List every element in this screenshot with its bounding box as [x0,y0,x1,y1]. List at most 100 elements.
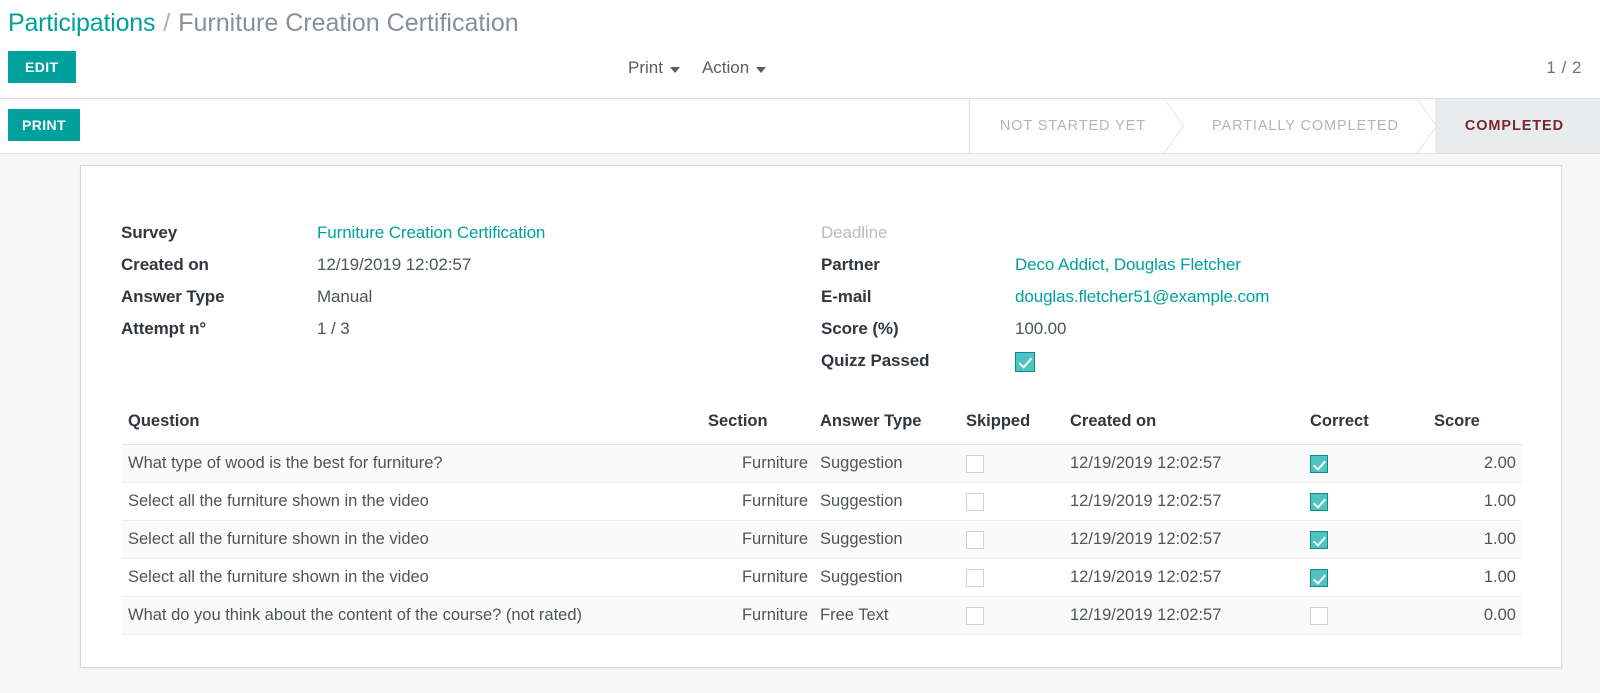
cell-score: 0.00 [1428,596,1522,635]
cell-skipped [960,596,1064,635]
breadcrumb-current: Furniture Creation Certification [178,8,519,37]
cell-correct [1304,444,1428,483]
field-value-partner[interactable]: Deco Addict, Douglas Fletcher [1015,255,1241,275]
statusbar-item-not-started-yet[interactable]: NOT STARTED YET [969,99,1184,153]
chevron-down-icon [756,66,767,73]
cell-answer-type: Suggestion [814,444,960,483]
cell-skipped [960,558,1064,597]
field-label: Attempt n° [121,319,207,338]
field-partner: Partner Deco Addict, Douglas Fletcher [821,255,1521,287]
field-email: E-mail douglas.fletcher51@example.com [821,287,1521,319]
breadcrumb-separator: / [163,8,171,37]
cell-question: What type of wood is the best for furnit… [122,444,702,483]
cell-answer-type: Suggestion [814,482,960,521]
column-header-score[interactable]: Score [1428,406,1522,445]
column-header-section[interactable]: Section [702,406,814,445]
user-answers-table: Question Section Answer Type Skipped Cre… [122,406,1522,635]
cell-created-on: 12/19/2019 12:02:57 [1064,520,1304,559]
table-row[interactable]: Select all the furniture shown in the vi… [122,558,1522,597]
table-row[interactable]: What type of wood is the best for furnit… [122,444,1522,483]
field-value-answer-type: Manual [317,287,373,306]
correct-checkbox[interactable] [1310,492,1328,511]
field-attempt-number: Attempt n° 1 / 3 [121,319,821,351]
cell-score: 1.00 [1428,520,1522,559]
correct-checkbox[interactable] [1310,454,1328,473]
skipped-checkbox[interactable] [966,492,984,511]
control-panel-dropdowns: Print Action [628,58,767,78]
correct-checkbox[interactable] [1310,568,1328,587]
field-quizz-passed: Quizz Passed [821,351,1521,383]
table-row[interactable]: What do you think about the content of t… [122,596,1522,635]
field-label: Created on [121,255,209,274]
field-answer-type: Answer Type Manual [121,287,821,319]
chevron-down-icon [669,66,680,73]
cell-created-on: 12/19/2019 12:02:57 [1064,596,1304,635]
print-dropdown-label: Print [628,58,663,77]
field-label: Partner [821,255,880,274]
cell-correct [1304,596,1428,635]
table-row[interactable]: Select all the furniture shown in the vi… [122,520,1522,559]
cell-question: Select all the furniture shown in the vi… [122,558,702,597]
field-value-email[interactable]: douglas.fletcher51@example.com [1015,287,1269,307]
edit-button[interactable]: EDIT [8,51,76,83]
cell-answer-type: Free Text [814,596,960,635]
cell-answer-type: Suggestion [814,558,960,597]
odoo-form-view: Participations / Furniture Creation Cert… [0,0,1600,693]
print-dropdown[interactable]: Print [628,58,680,78]
field-score-percent: Score (%) 100.00 [821,319,1521,351]
field-created-on: Created on 12/19/2019 12:02:57 [121,255,821,287]
record-pager[interactable]: 1 / 2 [1546,58,1582,78]
statusbar-label: PARTIALLY COMPLETED [1212,118,1399,134]
column-header-created-on[interactable]: Created on [1064,406,1304,445]
cell-section: Furniture [702,596,814,635]
form-group-left: Survey Furniture Creation Certification … [121,223,821,383]
skipped-checkbox[interactable] [966,454,984,473]
field-survey: Survey Furniture Creation Certification [121,223,821,255]
cell-created-on: 12/19/2019 12:02:57 [1064,482,1304,521]
field-label: Deadline [821,223,888,242]
field-label: Score (%) [821,319,899,338]
correct-checkbox[interactable] [1310,606,1328,625]
statusbar: NOT STARTED YET PARTIALLY COMPLETED COMP… [968,99,1600,153]
cell-section: Furniture [702,482,814,521]
skipped-checkbox[interactable] [966,530,984,549]
column-header-correct[interactable]: Correct [1304,406,1428,445]
breadcrumb: Participations / Furniture Creation Cert… [0,0,1600,46]
field-label: Quizz Passed [821,351,930,370]
correct-checkbox[interactable] [1310,530,1328,549]
control-panel-bottom: PRINT NOT STARTED YET PARTIALLY COMPLETE… [0,98,1600,154]
column-header-answer-type[interactable]: Answer Type [814,406,960,445]
cell-question: Select all the furniture shown in the vi… [122,482,702,521]
print-button[interactable]: PRINT [8,109,80,141]
field-value-score-percent: 100.00 [1015,319,1067,338]
cell-score: 1.00 [1428,482,1522,521]
statusbar-item-partially-completed[interactable]: PARTIALLY COMPLETED [1182,99,1437,153]
cell-question: What do you think about the content of t… [122,596,702,635]
action-dropdown-label: Action [701,58,750,77]
cell-correct [1304,482,1428,521]
field-value-quizz-passed [1015,351,1035,372]
cell-section: Furniture [702,444,814,483]
table-header-row: Question Section Answer Type Skipped Cre… [122,406,1522,445]
column-header-question[interactable]: Question [122,406,702,445]
cell-skipped [960,482,1064,521]
skipped-checkbox[interactable] [966,568,984,587]
cell-created-on: 12/19/2019 12:02:57 [1064,444,1304,483]
cell-score: 1.00 [1428,558,1522,597]
cell-skipped [960,520,1064,559]
cell-correct [1304,558,1428,597]
field-value-survey[interactable]: Furniture Creation Certification [317,223,545,243]
action-dropdown[interactable]: Action [701,58,767,78]
breadcrumb-root-link[interactable]: Participations [8,9,155,38]
skipped-checkbox[interactable] [966,606,984,625]
table-row[interactable]: Select all the furniture shown in the vi… [122,482,1522,521]
statusbar-label: NOT STARTED YET [999,118,1146,134]
cell-skipped [960,444,1064,483]
column-header-skipped[interactable]: Skipped [960,406,1064,445]
quizz-passed-checkbox[interactable] [1015,351,1035,372]
field-label: Survey [121,223,178,242]
cell-score: 2.00 [1428,444,1522,483]
cell-correct [1304,520,1428,559]
statusbar-item-completed[interactable]: COMPLETED [1434,99,1600,153]
form-groups: Survey Furniture Creation Certification … [121,223,1521,383]
